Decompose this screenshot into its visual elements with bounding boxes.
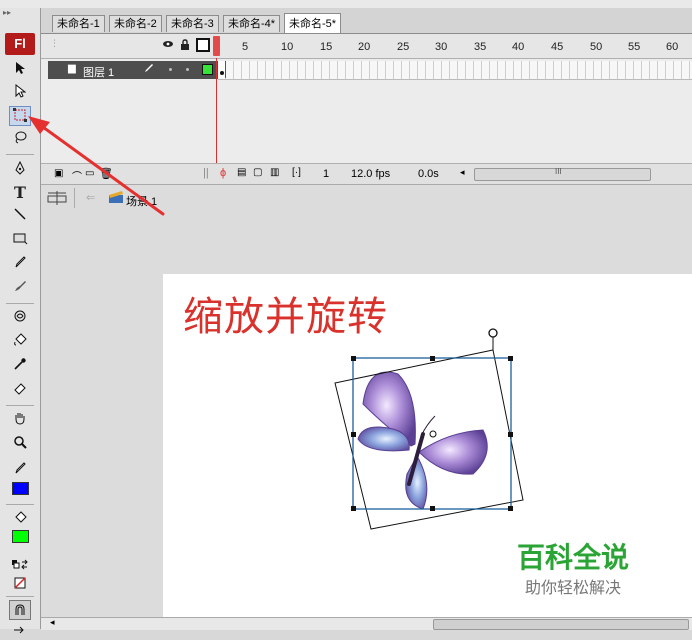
document-tab-bar: 未命名-1 未命名-2 未命名-3 未命名-4* 未命名-5* bbox=[41, 8, 692, 34]
tab-document-1[interactable]: 未命名-1 bbox=[52, 15, 105, 32]
new-folder-icon[interactable]: ▭ bbox=[85, 168, 94, 179]
work-area: 缩放并旋转 百科全说 助你轻松解决 bbox=[41, 212, 692, 617]
tool-divider bbox=[6, 596, 34, 597]
current-frame-readout: 1 bbox=[323, 168, 330, 180]
frame-number: 20 bbox=[358, 41, 371, 53]
rectangle-tool-icon[interactable] bbox=[9, 230, 31, 250]
add-guide-icon[interactable]: ⌒ bbox=[72, 168, 82, 183]
panel-grip-icon[interactable]: ⋮ bbox=[50, 38, 59, 49]
snap-magnet-icon[interactable] bbox=[9, 600, 31, 620]
frame-number: 30 bbox=[435, 41, 448, 53]
visibility-dot[interactable] bbox=[169, 68, 172, 71]
footer-divider: || bbox=[203, 167, 209, 179]
text-tool-icon[interactable]: T bbox=[9, 183, 31, 203]
eraser-tool-icon[interactable] bbox=[9, 380, 31, 400]
playhead-marker[interactable] bbox=[213, 36, 220, 56]
pen-tool-icon[interactable] bbox=[9, 160, 31, 180]
elapsed-time-readout: 0.0s bbox=[418, 168, 439, 180]
tools-panel: ▸▸ Fl T bbox=[0, 8, 41, 634]
scene-label[interactable]: 场景 1 bbox=[126, 193, 157, 209]
swap-colors-icon[interactable] bbox=[9, 556, 31, 576]
paint-bucket-tool-icon[interactable] bbox=[9, 332, 31, 352]
editbar-divider bbox=[74, 188, 75, 208]
delete-layer-icon[interactable]: 🗑 bbox=[99, 167, 113, 180]
frame-number: 50 bbox=[590, 41, 603, 53]
scene-clapper-icon bbox=[108, 190, 124, 207]
watermark-slogan: 助你轻松解决 bbox=[525, 578, 622, 597]
free-transform-tool-icon[interactable] bbox=[9, 106, 31, 126]
frame-number: 45 bbox=[551, 41, 564, 53]
edit-multiple-frames-icon[interactable]: ▥ bbox=[270, 167, 279, 178]
frame-number: 60 bbox=[666, 41, 679, 53]
onion-skin-icon[interactable]: ▤ bbox=[237, 167, 246, 178]
new-layer-icon[interactable]: ▣ bbox=[54, 168, 63, 179]
no-color-icon[interactable] bbox=[9, 574, 31, 594]
line-tool-icon[interactable] bbox=[9, 206, 31, 226]
onion-outline-icon[interactable]: ▢ bbox=[253, 167, 262, 178]
fill-color-bucket-icon bbox=[9, 510, 31, 530]
center-frame-icon[interactable]: ϕ bbox=[220, 167, 226, 179]
tab-document-3[interactable]: 未命名-3 bbox=[166, 15, 219, 32]
selection-tool-icon[interactable] bbox=[9, 60, 31, 80]
pencil-tool-icon[interactable] bbox=[9, 254, 31, 274]
frame-cells[interactable] bbox=[218, 61, 692, 80]
smooth-tool-icon[interactable] bbox=[9, 620, 31, 640]
panel-grip[interactable]: ▸▸ bbox=[0, 8, 40, 18]
frame-number: 55 bbox=[628, 41, 641, 53]
zoom-tool-icon[interactable] bbox=[9, 434, 31, 454]
subselection-tool-icon[interactable] bbox=[9, 83, 31, 103]
scroll-left-icon[interactable]: ◂ bbox=[460, 167, 465, 178]
hand-tool-icon[interactable] bbox=[9, 410, 31, 430]
stroke-color-swatch[interactable] bbox=[12, 482, 29, 495]
keyframe-cell[interactable] bbox=[218, 61, 226, 78]
brush-tool-icon[interactable] bbox=[9, 278, 31, 298]
outline-toggle-icon[interactable] bbox=[196, 38, 210, 52]
tool-divider bbox=[6, 504, 34, 505]
frame-number: 40 bbox=[512, 41, 525, 53]
layer-name[interactable]: 图层 1 bbox=[83, 64, 114, 80]
scroll-left-arrow-icon[interactable]: ◂ bbox=[50, 617, 55, 628]
frame-number: 15 bbox=[320, 41, 333, 53]
lasso-tool-icon[interactable] bbox=[9, 129, 31, 149]
outline-color-box[interactable] bbox=[202, 64, 213, 75]
horizontal-scrollbar[interactable]: ◂ bbox=[41, 617, 692, 630]
timeline-footer: ▣ ⌒ ▭ 🗑 || ϕ ▤ ▢ ▥ [·] 1 12.0 fps 0.0s ◂… bbox=[41, 163, 692, 185]
timeline-scroll-thumb[interactable]: III bbox=[474, 167, 651, 181]
watermark-brand: 百科全说 bbox=[517, 541, 630, 574]
frame-number: 5 bbox=[242, 41, 249, 53]
lock-dot[interactable] bbox=[186, 68, 189, 71]
scrollbar-thumb[interactable] bbox=[433, 619, 689, 630]
edit-bar: ⇐ 场景 1 bbox=[41, 184, 692, 213]
layer-icon: ▆ bbox=[68, 63, 76, 74]
app-logo: Fl bbox=[5, 33, 35, 55]
modify-markers-icon[interactable]: [·] bbox=[292, 167, 301, 178]
eyedropper-tool-icon[interactable] bbox=[9, 356, 31, 376]
scene-stage-icon[interactable] bbox=[47, 190, 67, 209]
frame-number: 10 bbox=[281, 41, 294, 53]
tab-document-5[interactable]: 未命名-5* bbox=[284, 13, 342, 33]
tab-document-4[interactable]: 未命名-4* bbox=[223, 15, 281, 32]
frame-number: 35 bbox=[474, 41, 487, 53]
lock-icon[interactable] bbox=[180, 39, 190, 53]
timeline-header: ⋮ 5 10 15 20 25 30 35 40 45 50 55 60 bbox=[41, 34, 692, 59]
frame-number: 25 bbox=[397, 41, 410, 53]
fill-color-swatch[interactable] bbox=[12, 530, 29, 543]
back-arrow-icon[interactable]: ⇐ bbox=[86, 191, 95, 204]
tool-divider bbox=[6, 154, 34, 155]
tool-divider bbox=[6, 405, 34, 406]
stage-canvas[interactable]: 缩放并旋转 百科全说 助你轻松解决 bbox=[163, 274, 692, 617]
show-hide-eye-icon[interactable] bbox=[162, 39, 174, 52]
deco-tool-icon[interactable] bbox=[9, 308, 31, 328]
keyframe-dot bbox=[220, 71, 224, 75]
frame-rate-readout: 12.0 fps bbox=[351, 168, 391, 180]
layer-cell[interactable]: ▆ 图层 1 bbox=[48, 61, 218, 79]
edit-pencil-icon bbox=[143, 62, 155, 77]
scroll-grip: III bbox=[555, 167, 562, 176]
stroke-color-pencil-icon bbox=[9, 460, 31, 480]
tool-divider bbox=[6, 303, 34, 304]
tab-document-2[interactable]: 未命名-2 bbox=[109, 15, 162, 32]
layer-row[interactable]: ▆ 图层 1 bbox=[48, 61, 692, 80]
timeline-panel: ⋮ 5 10 15 20 25 30 35 40 45 50 55 60 ▆ 图… bbox=[41, 34, 692, 185]
